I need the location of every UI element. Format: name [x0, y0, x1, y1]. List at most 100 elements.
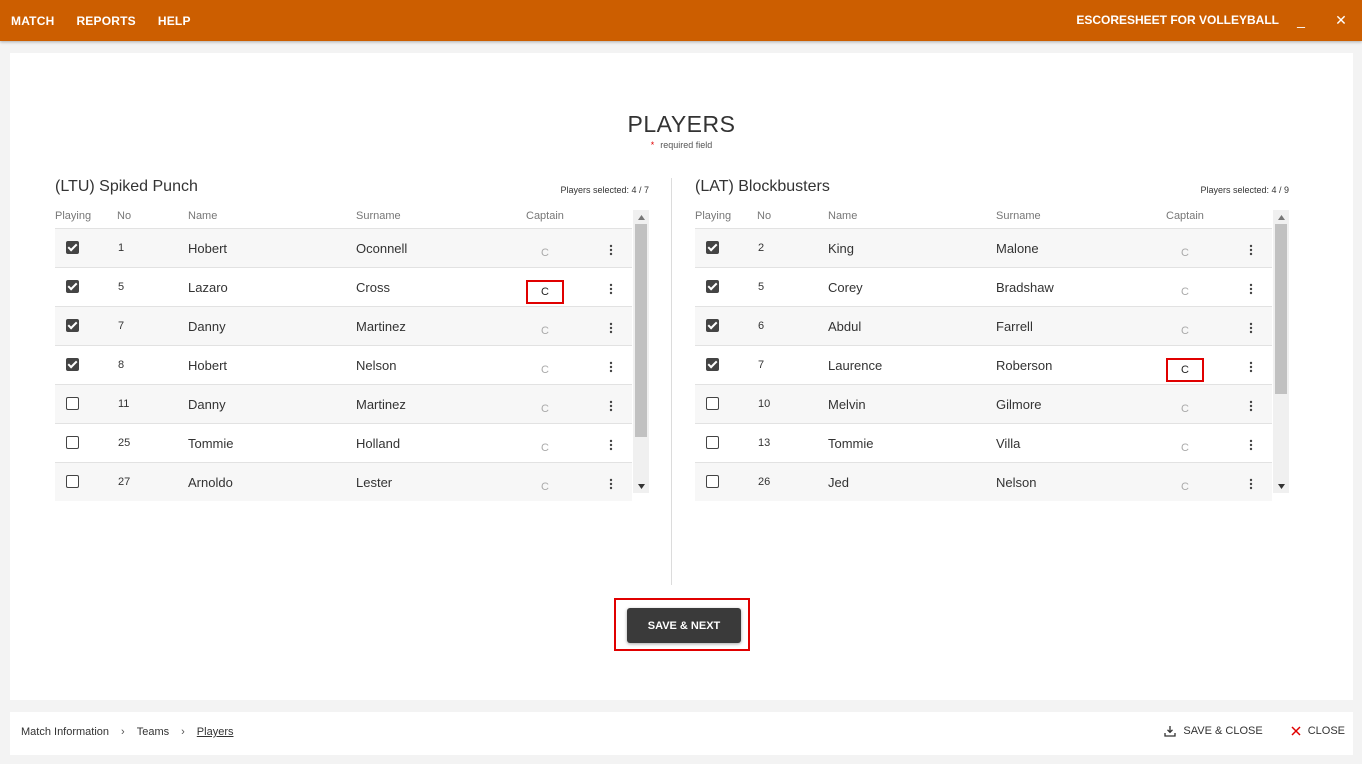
player-name: Tommie: [828, 436, 874, 451]
menu-help[interactable]: HELP: [147, 14, 202, 28]
playing-checkbox[interactable]: [706, 358, 719, 371]
table-row: 11 Danny Martinez C: [55, 384, 632, 423]
more-vert-icon[interactable]: [603, 358, 619, 376]
table-row: 10 Melvin Gilmore C: [695, 384, 1272, 423]
more-vert-icon[interactable]: [1243, 397, 1259, 415]
column-header-playing: Playing: [695, 210, 732, 222]
more-vert-icon[interactable]: [603, 475, 619, 493]
player-name: Danny: [188, 397, 226, 412]
save-close-label: SAVE & CLOSE: [1183, 725, 1263, 737]
more-vert-icon[interactable]: [603, 397, 619, 415]
captain-toggle[interactable]: C: [526, 241, 564, 265]
playing-checkbox[interactable]: [66, 358, 79, 371]
player-surname: Martinez: [356, 319, 406, 334]
captain-toggle[interactable]: C: [526, 397, 564, 421]
player-number: 7: [758, 359, 765, 371]
window-close-button[interactable]: ✕: [1330, 9, 1352, 31]
more-vert-icon[interactable]: [1243, 436, 1259, 454]
more-vert-icon[interactable]: [1243, 280, 1259, 298]
main-menu: MATCH REPORTS HELP: [0, 0, 202, 41]
scrollbar-thumb[interactable]: [1275, 224, 1287, 394]
player-name: Arnoldo: [188, 475, 233, 490]
captain-toggle[interactable]: C: [526, 280, 564, 304]
captain-toggle[interactable]: C: [1166, 241, 1204, 265]
player-number: 2: [758, 242, 765, 254]
scroll-up-icon[interactable]: [1273, 210, 1289, 224]
playing-checkbox[interactable]: [706, 436, 719, 449]
table-row: 8 Hobert Nelson C: [55, 345, 632, 384]
playing-checkbox[interactable]: [66, 319, 79, 332]
playing-checkbox[interactable]: [66, 241, 79, 254]
scroll-up-icon[interactable]: [633, 210, 649, 224]
playing-checkbox[interactable]: [706, 241, 719, 254]
breadcrumb-players[interactable]: Players: [197, 726, 234, 738]
player-surname: Bradshaw: [996, 280, 1054, 295]
table-row: 1 Hobert Oconnell C: [55, 228, 632, 267]
more-vert-icon[interactable]: [603, 280, 619, 298]
playing-checkbox[interactable]: [66, 436, 79, 449]
captain-toggle[interactable]: C: [1166, 436, 1204, 460]
download-icon: [1164, 726, 1177, 737]
table-scrollbar[interactable]: [633, 210, 649, 493]
captain-toggle[interactable]: C: [526, 475, 564, 499]
save-next-button[interactable]: SAVE & NEXT: [627, 608, 741, 643]
more-vert-icon[interactable]: [1243, 319, 1259, 337]
captain-toggle[interactable]: C: [1166, 397, 1204, 421]
table-row: 5 Lazaro Cross C: [55, 267, 632, 306]
player-name: Danny: [188, 319, 226, 334]
table-row: 25 Tommie Holland C: [55, 423, 632, 462]
minimize-button[interactable]: _: [1290, 9, 1312, 31]
more-vert-icon[interactable]: [603, 319, 619, 337]
captain-toggle[interactable]: C: [526, 436, 564, 460]
playing-checkbox[interactable]: [706, 280, 719, 293]
scroll-down-icon[interactable]: [1273, 479, 1289, 493]
player-name: Tommie: [188, 436, 234, 451]
captain-toggle[interactable]: C: [1166, 319, 1204, 343]
player-surname: Lester: [356, 475, 393, 490]
captain-toggle[interactable]: C: [526, 358, 564, 382]
scroll-down-icon[interactable]: [633, 479, 649, 493]
chevron-right-icon: ›: [181, 726, 185, 738]
scrollbar-thumb[interactable]: [635, 224, 647, 437]
more-vert-icon[interactable]: [603, 241, 619, 259]
menu-match[interactable]: MATCH: [0, 14, 65, 28]
more-vert-icon[interactable]: [1243, 358, 1259, 376]
player-surname: Oconnell: [356, 241, 408, 256]
player-surname: Roberson: [996, 358, 1053, 373]
page-title: PLAYERS: [627, 111, 736, 137]
breadcrumb-teams[interactable]: Teams: [137, 726, 169, 738]
table-row: 5 Corey Bradshaw C: [695, 267, 1272, 306]
captain-toggle[interactable]: C: [1166, 475, 1204, 499]
playing-checkbox[interactable]: [66, 475, 79, 488]
table-row: 2 King Malone C: [695, 228, 1272, 267]
more-vert-icon[interactable]: [1243, 241, 1259, 259]
playing-checkbox[interactable]: [706, 319, 719, 332]
more-vert-icon[interactable]: [1243, 475, 1259, 493]
player-number: 1: [118, 242, 125, 254]
player-number: 5: [758, 281, 765, 293]
close-button[interactable]: CLOSE: [1291, 725, 1345, 737]
save-close-button[interactable]: SAVE & CLOSE: [1164, 725, 1263, 737]
menu-reports[interactable]: REPORTS: [65, 14, 146, 28]
players-table: 1 Hobert Oconnell C 5 Lazaro Cross C 7 Danny Marti…: [55, 228, 632, 501]
table-scrollbar[interactable]: [1273, 210, 1289, 493]
table-row: 7 Danny Martinez C: [55, 306, 632, 345]
column-header-name: Name: [188, 210, 218, 222]
player-surname: Cross: [356, 280, 390, 295]
playing-checkbox[interactable]: [66, 280, 79, 293]
captain-toggle[interactable]: C: [1166, 358, 1204, 382]
team-divider: [671, 178, 672, 585]
playing-checkbox[interactable]: [706, 475, 719, 488]
team-name: (LTU) Spiked Punch: [55, 178, 198, 195]
playing-checkbox[interactable]: [66, 397, 79, 410]
breadcrumb-match-information[interactable]: Match Information: [21, 726, 109, 738]
playing-checkbox[interactable]: [706, 397, 719, 410]
player-surname: Nelson: [996, 475, 1037, 490]
captain-toggle[interactable]: C: [526, 319, 564, 343]
captain-toggle[interactable]: C: [1166, 280, 1204, 304]
column-header-playing: Playing: [55, 210, 92, 222]
column-header-no: No: [757, 210, 772, 222]
player-surname: Malone: [996, 241, 1039, 256]
table-header: Playing No Name Surname Captain: [695, 210, 1272, 228]
more-vert-icon[interactable]: [603, 436, 619, 454]
